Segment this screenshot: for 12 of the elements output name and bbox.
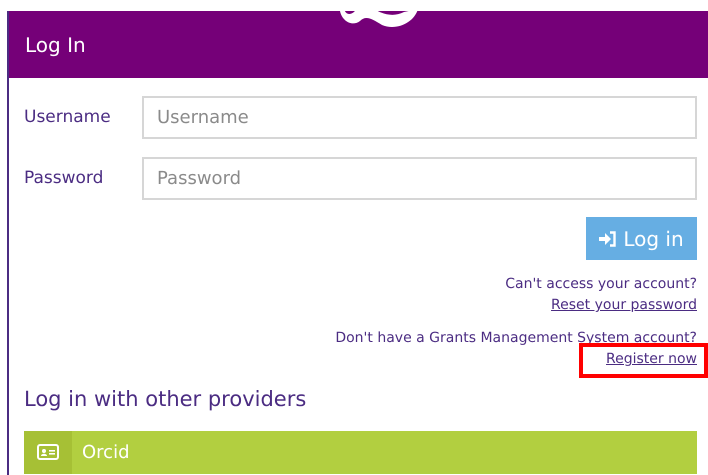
help-text: Can't access your account? [505,275,697,294]
help-link[interactable]: Register now [606,349,697,370]
section-heading: Log in with other providers [24,386,308,413]
help-text: Don't have a Grants Management System account? [335,329,697,348]
panel-title: Log In [25,32,86,58]
sign-in-icon [599,230,618,246]
field-label: Username [24,106,112,129]
help-link[interactable]: Reset your password [551,295,697,316]
input-field[interactable]: Username [142,96,697,139]
field-label: Password [24,166,104,190]
id-card-icon [37,444,59,460]
input-field[interactable]: Password [142,157,697,200]
